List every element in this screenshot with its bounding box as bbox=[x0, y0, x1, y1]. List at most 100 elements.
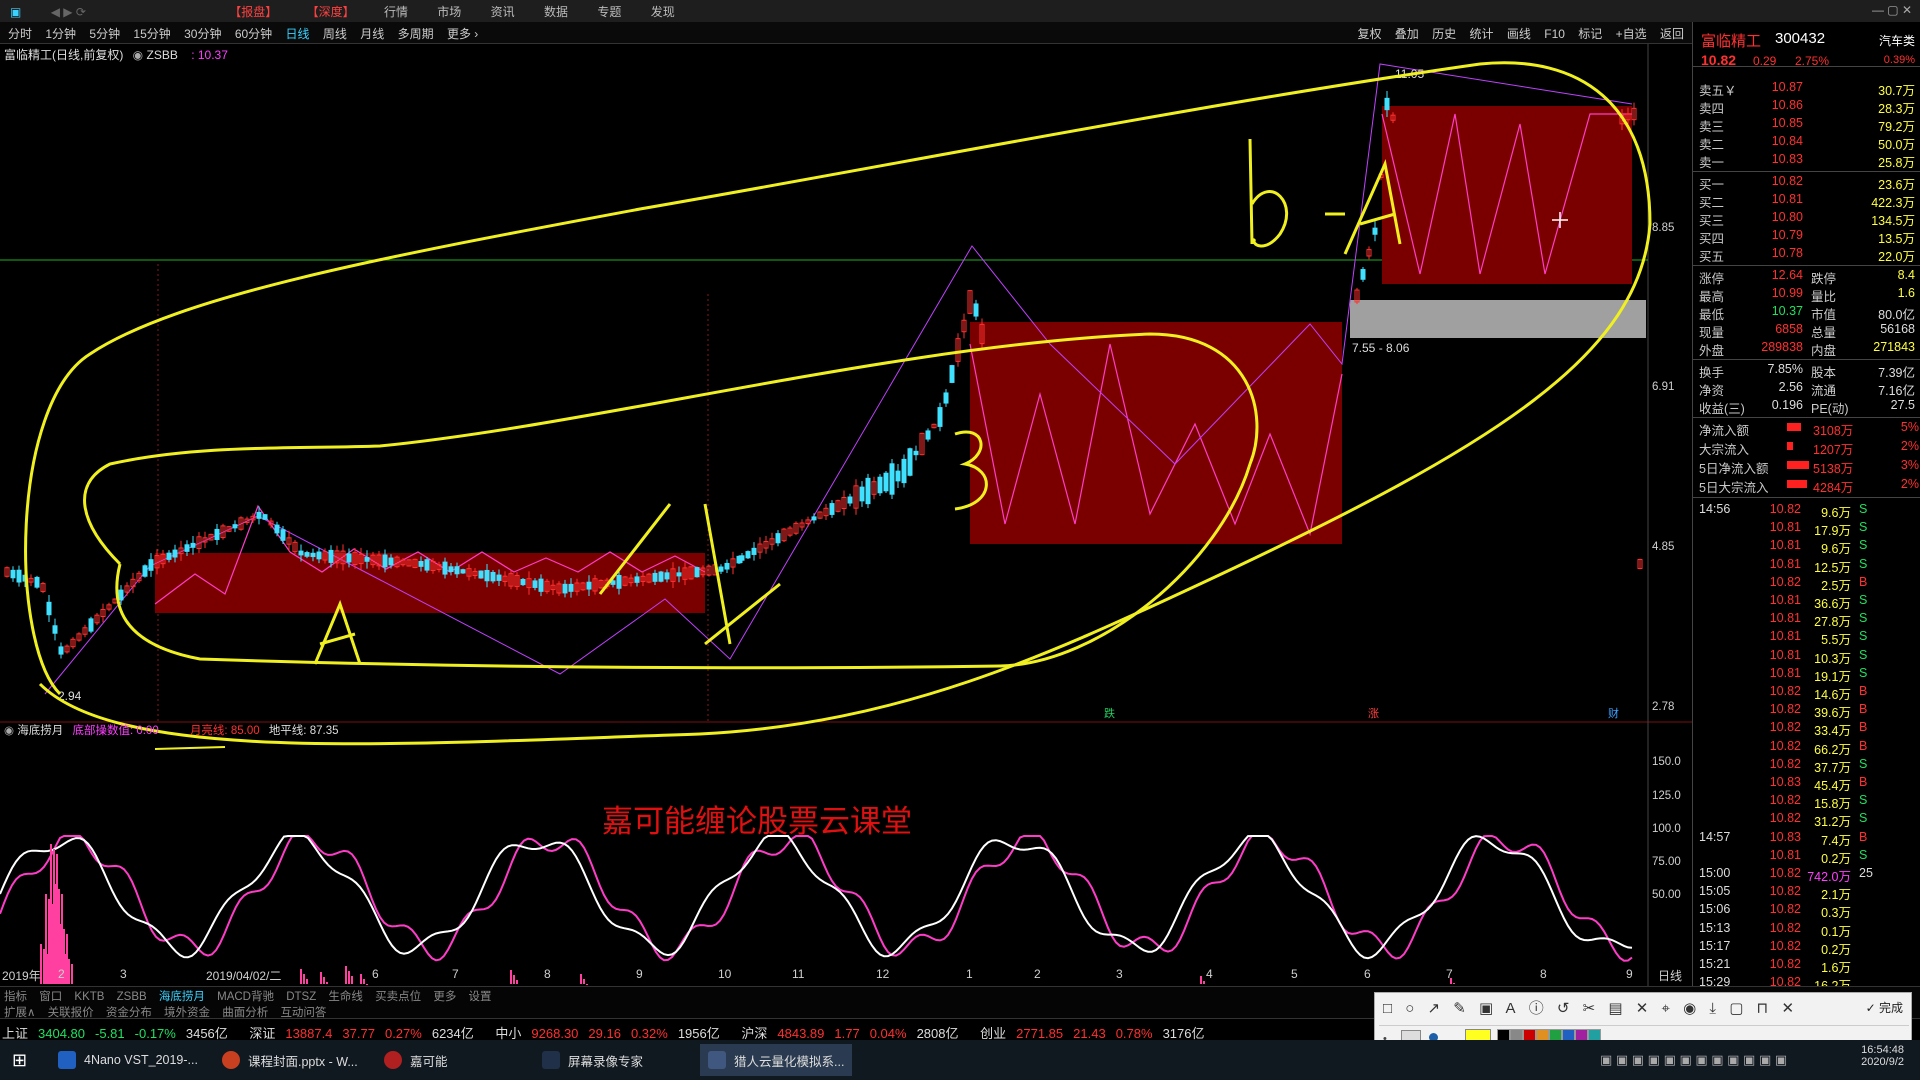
tab-period[interactable]: 月线 bbox=[360, 27, 384, 41]
ocr-icon[interactable]: ▤ bbox=[1608, 1000, 1622, 1017]
index-name[interactable]: 深证 bbox=[249, 1026, 275, 1041]
menu-item[interactable]: 【报盘】 bbox=[229, 5, 277, 19]
sell-price[interactable]: 10.83 bbox=[1761, 152, 1803, 166]
menu-item[interactable]: 资讯 bbox=[491, 5, 515, 19]
start-button[interactable]: ⊞ bbox=[12, 1044, 27, 1076]
index-name[interactable]: 上证 bbox=[2, 1026, 28, 1041]
tab-period[interactable]: 5分钟 bbox=[89, 27, 120, 41]
done-button[interactable]: ✓ 完成 bbox=[1866, 999, 1903, 1016]
download-icon[interactable]: ⤓ bbox=[1709, 1000, 1716, 1017]
tick-price: 10.82 bbox=[1769, 884, 1801, 899]
index-name[interactable]: 沪深 bbox=[741, 1026, 767, 1041]
tool-button[interactable]: F10 bbox=[1544, 27, 1565, 41]
taskbar-app[interactable]: 课程封面.pptx - W... bbox=[222, 1044, 358, 1076]
pivot-box[interactable] bbox=[1382, 106, 1632, 284]
tray-icons[interactable]: ▣ ▣ ▣ ▣ ▣ ▣ ▣ ▣ ▣ ▣ ▣ ▣ bbox=[1600, 1052, 1787, 1068]
tab-indicator[interactable]: ZSBB bbox=[117, 991, 147, 1003]
pen-tool-icon[interactable]: ✎ bbox=[1453, 1000, 1466, 1017]
menu-item[interactable]: 行情 bbox=[384, 5, 408, 19]
taskbar-app[interactable]: 屏幕录像专家 bbox=[542, 1044, 643, 1076]
pin-icon[interactable]: ⌖ bbox=[1661, 1000, 1669, 1017]
close-icon[interactable]: ✕ bbox=[1781, 1000, 1794, 1017]
sell-price[interactable]: 10.84 bbox=[1761, 134, 1803, 148]
pivot-box[interactable] bbox=[970, 322, 1342, 544]
event-marker[interactable]: 财 bbox=[1608, 706, 1619, 720]
buy-price[interactable]: 10.82 bbox=[1761, 174, 1803, 188]
taskbar-app[interactable]: 嘉可能 bbox=[384, 1044, 448, 1076]
tab-indicator[interactable]: 生命线 bbox=[328, 991, 363, 1003]
tab-period[interactable]: 60分钟 bbox=[235, 27, 272, 41]
menu-item[interactable]: 数据 bbox=[544, 5, 568, 19]
menu-item[interactable]: 专题 bbox=[597, 5, 621, 19]
event-marker[interactable]: 涨 bbox=[1368, 707, 1379, 720]
index-amount: 2808亿 bbox=[916, 1026, 959, 1041]
clock[interactable]: 16:54:48 2020/9/2 bbox=[1861, 1044, 1904, 1068]
sell-price[interactable]: 10.87 bbox=[1761, 80, 1803, 94]
nav-arrows-icon[interactable]: ◀ ▶ ⟳ bbox=[51, 5, 86, 19]
tab-indicator[interactable]: KKTB bbox=[74, 991, 104, 1003]
tab-period[interactable]: 1分钟 bbox=[45, 27, 76, 41]
bookmark-icon[interactable]: ⊓ bbox=[1757, 1000, 1769, 1017]
stock-category[interactable]: 汽车类 bbox=[1879, 32, 1915, 49]
menu-item[interactable]: 发现 bbox=[651, 5, 675, 19]
tick-volume: 7.4万 bbox=[1821, 833, 1851, 848]
tab-indicator[interactable]: 更多 bbox=[433, 991, 456, 1003]
tool-button[interactable]: 返回 bbox=[1660, 27, 1684, 41]
tab-indicator[interactable]: 设置 bbox=[469, 991, 492, 1003]
main-chart-area[interactable]: 11.05 2.94 7.55 - 8.06 跌 涨 财 嘉可能缠论股票云课堂 bbox=[0, 44, 1692, 986]
number-tool-icon[interactable]: ⓘ bbox=[1529, 1000, 1544, 1017]
tab-period[interactable]: 30分钟 bbox=[184, 27, 221, 41]
indicator-bar bbox=[303, 974, 305, 984]
buy-price[interactable]: 10.81 bbox=[1761, 192, 1803, 206]
tool-button[interactable]: 叠加 bbox=[1395, 27, 1419, 41]
menu-item[interactable]: 市场 bbox=[437, 5, 461, 19]
tab-period[interactable]: 分时 bbox=[8, 27, 32, 41]
tick-row: 15:05 10.82 2.1万 bbox=[1693, 884, 1920, 902]
indicator-name[interactable]: 海底捞月 bbox=[17, 725, 63, 737]
taskbar-app-active[interactable]: 猎人云量化模拟系... bbox=[700, 1044, 853, 1076]
copy-icon[interactable]: ▢ bbox=[1729, 1000, 1743, 1017]
tab-period[interactable]: 多周期 bbox=[398, 27, 434, 41]
text-tool-icon[interactable]: A bbox=[1506, 1000, 1516, 1017]
tool-button[interactable]: 统计 bbox=[1470, 27, 1494, 41]
tool-button[interactable]: 画线 bbox=[1507, 27, 1531, 41]
undo-icon[interactable]: ↺ bbox=[1557, 1000, 1570, 1017]
tab-period[interactable]: 15分钟 bbox=[133, 27, 170, 41]
arrow-tool-icon[interactable]: ↗ bbox=[1427, 1000, 1440, 1017]
stat-key: 外盘 bbox=[1699, 344, 1725, 358]
cut-icon[interactable]: ✂ bbox=[1583, 1000, 1596, 1017]
tab-period-active[interactable]: 日线 bbox=[286, 27, 310, 41]
sell-price[interactable]: 10.85 bbox=[1761, 116, 1803, 130]
buy-price[interactable]: 10.79 bbox=[1761, 228, 1803, 242]
tab-indicator-active[interactable]: 海底捞月 bbox=[159, 991, 205, 1003]
tab-indicator[interactable]: DTSZ bbox=[286, 991, 316, 1003]
tab-indicator[interactable]: 买卖点位 bbox=[375, 991, 421, 1003]
tool-button[interactable]: 历史 bbox=[1432, 27, 1456, 41]
app-icon[interactable]: ▣ bbox=[10, 5, 21, 19]
tool-button[interactable]: 标记 bbox=[1578, 27, 1602, 41]
rectangle-tool-icon[interactable]: □ bbox=[1383, 1000, 1392, 1017]
indicator-icon[interactable]: ◉ bbox=[4, 725, 14, 737]
tool-button[interactable]: 复权 bbox=[1357, 27, 1381, 41]
tab-indicator[interactable]: MACD背驰 bbox=[217, 991, 274, 1003]
taskbar-app[interactable]: 4Nano VST_2019-... bbox=[58, 1044, 198, 1076]
index-name[interactable]: 中小 bbox=[495, 1026, 521, 1041]
menu-item[interactable]: 【深度】 bbox=[307, 5, 355, 19]
tab-period[interactable]: 周线 bbox=[323, 27, 347, 41]
candle bbox=[364, 557, 370, 562]
index-name[interactable]: 创业 bbox=[980, 1026, 1006, 1041]
sell-price[interactable]: 10.86 bbox=[1761, 98, 1803, 112]
buy-price[interactable]: 10.80 bbox=[1761, 210, 1803, 224]
tab-indicator[interactable]: 指标 bbox=[4, 991, 27, 1003]
event-marker[interactable]: 跌 bbox=[1104, 706, 1115, 720]
window-controls[interactable]: — ▢ ✕ bbox=[1872, 3, 1912, 17]
tab-period[interactable]: 更多 › bbox=[447, 27, 478, 41]
mosaic-tool-icon[interactable]: ▣ bbox=[1479, 1000, 1493, 1017]
price-range-box[interactable] bbox=[1350, 300, 1646, 338]
tool-button[interactable]: +自选 bbox=[1616, 27, 1647, 41]
tab-indicator[interactable]: 窗口 bbox=[39, 991, 62, 1003]
erase-icon[interactable]: ✕ bbox=[1636, 1000, 1649, 1017]
ellipse-tool-icon[interactable]: ○ bbox=[1405, 1000, 1414, 1017]
buy-price[interactable]: 10.78 bbox=[1761, 246, 1803, 260]
record-icon[interactable]: ◉ bbox=[1683, 1000, 1696, 1017]
